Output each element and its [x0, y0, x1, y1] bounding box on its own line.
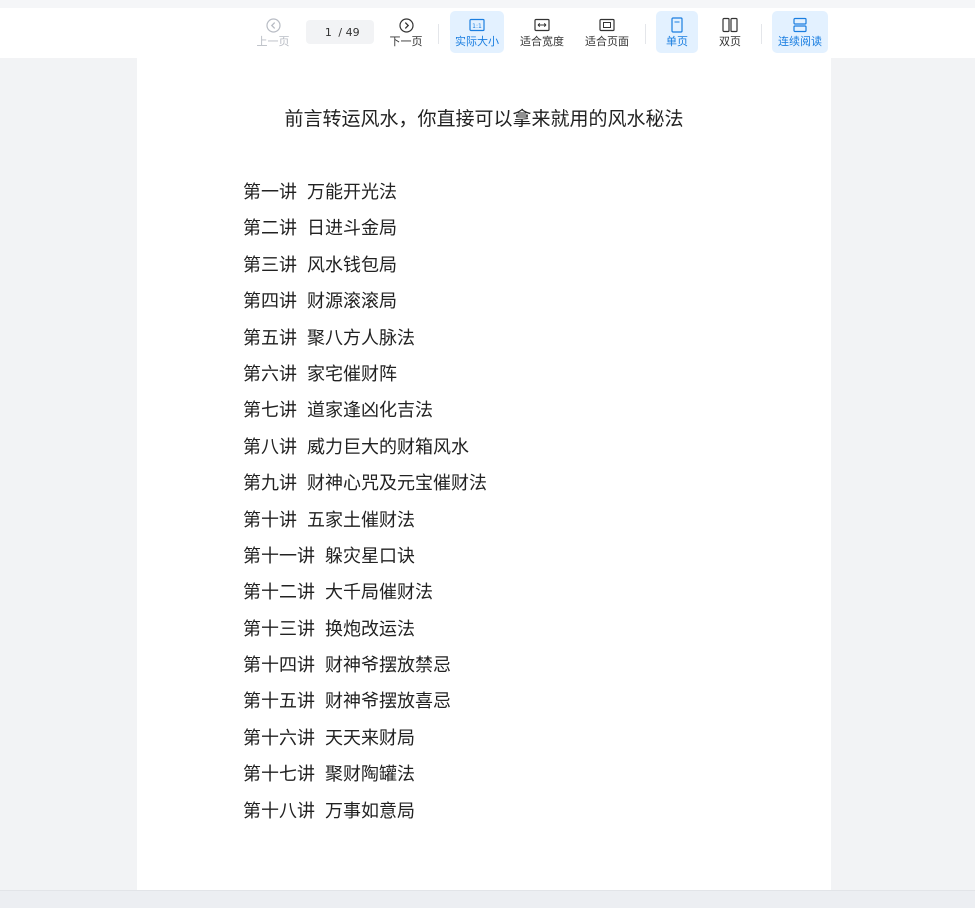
prev-page-label: 上一页	[256, 34, 290, 48]
toc-item: 第十七讲 聚财陶罐法	[243, 757, 487, 793]
fit-page-icon	[599, 17, 615, 34]
toc-item-title: 五家土催财法	[307, 509, 415, 531]
toc-item-title: 财源滚滚局	[307, 291, 397, 313]
double-page-button[interactable]: 双页	[709, 11, 751, 53]
toc-item-title: 威力巨大的财箱风水	[307, 436, 469, 458]
next-page-label: 下一页	[389, 34, 423, 48]
bottom-bar	[0, 890, 975, 908]
toc-item-title: 道家逢凶化吉法	[307, 400, 433, 422]
toc-item: 第十讲 五家土催财法	[243, 503, 487, 539]
toc-item-number: 第十四讲	[243, 655, 315, 677]
document-page: 前言转运风水，你直接可以拿来就用的风水秘法 第一讲 万能开光法 第二讲 日进斗金局 第三…	[137, 58, 831, 890]
toc-item-title: 天天来财局	[325, 727, 415, 749]
fit-width-icon	[534, 17, 550, 34]
toc-item: 第四讲 财源滚滚局	[243, 284, 487, 320]
toc-item-number: 第十七讲	[243, 764, 315, 786]
svg-text:1:1: 1:1	[472, 23, 482, 30]
toc-item: 第十八讲 万事如意局	[243, 794, 487, 830]
window-top-strip	[0, 0, 975, 8]
toc-item-number: 第六讲	[243, 363, 297, 385]
toc-item-number: 第九讲	[243, 473, 297, 495]
chevron-left-circle-icon	[265, 17, 281, 34]
toc-item: 第八讲 威力巨大的财箱风水	[243, 430, 487, 466]
toc-item-title: 日进斗金局	[307, 218, 397, 240]
toc-item-number: 第二讲	[243, 218, 297, 240]
toc-item-number: 第七讲	[243, 400, 297, 422]
toc-item: 第三讲 风水钱包局	[243, 248, 487, 284]
actual-size-button[interactable]: 1:1 实际大小	[450, 11, 504, 53]
toc-item: 第十一讲 躲灾星口诀	[243, 539, 487, 575]
double-page-label: 双页	[719, 34, 741, 48]
toc-item: 第一讲 万能开光法	[243, 175, 487, 211]
toc-item: 第十四讲 财神爷摆放禁忌	[243, 648, 487, 684]
toc-item-title: 万能开光法	[307, 182, 397, 203]
viewer-toolbar: 上一页 / 49 下一页 1:1 实际大小 适合宽度 适合页面 单页	[0, 8, 975, 58]
toc-item: 第二讲 日进斗金局	[243, 211, 487, 247]
toc-item-number: 第十一讲	[243, 545, 315, 567]
toc-item-number: 第十八讲	[243, 800, 315, 822]
single-page-label: 单页	[666, 34, 688, 48]
toc-item-title: 聚财陶罐法	[325, 764, 415, 786]
continuous-reading-label: 连续阅读	[778, 34, 822, 48]
toc-item-title: 大千局催财法	[325, 582, 433, 604]
toc-item: 第五讲 聚八方人脉法	[243, 321, 487, 357]
actual-size-icon: 1:1	[469, 17, 485, 34]
fit-width-label: 适合宽度	[520, 34, 564, 48]
toc-item-number: 第五讲	[243, 327, 297, 349]
toolbar-divider	[438, 24, 439, 44]
toc-item: 第十三讲 换炮改运法	[243, 612, 487, 648]
double-page-icon	[722, 17, 738, 34]
toc-item: 第十六讲 天天来财局	[243, 721, 487, 757]
toc-item-title: 风水钱包局	[307, 254, 397, 276]
continuous-reading-button[interactable]: 连续阅读	[772, 11, 828, 53]
toc-item-title: 财神爷摆放喜忌	[325, 691, 451, 713]
table-of-contents: 第一讲 万能开光法 第二讲 日进斗金局 第三讲 风水钱包局 第四讲 财源滚滚局 第五讲 聚八方人脉…	[243, 175, 487, 830]
toc-item-number: 第十五讲	[243, 691, 315, 713]
toc-item-title: 躲灾星口诀	[325, 545, 415, 567]
document-title: 前言转运风水，你直接可以拿来就用的风水秘法	[284, 108, 684, 130]
toc-item-number: 第十二讲	[243, 582, 315, 604]
toc-item-title: 财神爷摆放禁忌	[325, 655, 451, 677]
single-page-icon	[670, 17, 684, 34]
toc-item-title: 家宅催财阵	[307, 363, 397, 385]
toc-item: 第六讲 家宅催财阵	[243, 357, 487, 393]
next-page-button[interactable]: 下一页	[385, 11, 427, 53]
toc-item-number: 第一讲	[243, 182, 297, 203]
toc-item-number: 第四讲	[243, 291, 297, 313]
fit-width-button[interactable]: 适合宽度	[515, 11, 569, 53]
toc-item: 第九讲 财神心咒及元宝催财法	[243, 466, 487, 502]
toc-item: 第七讲 道家逢凶化吉法	[243, 393, 487, 429]
toolbar-divider	[645, 24, 646, 44]
single-page-button[interactable]: 单页	[656, 11, 698, 53]
toc-item: 第十二讲 大千局催财法	[243, 575, 487, 611]
total-pages-label: / 49	[338, 25, 360, 39]
toc-item-title: 换炮改运法	[325, 618, 415, 640]
toolbar-divider	[761, 24, 762, 44]
toc-item-number: 第十讲	[243, 509, 297, 531]
toc-item-title: 财神心咒及元宝催财法	[307, 473, 487, 495]
actual-size-label: 实际大小	[455, 34, 499, 48]
toc-item-number: 第十六讲	[243, 727, 315, 749]
toc-item-number: 第八讲	[243, 436, 297, 458]
page-number-input[interactable]	[320, 25, 337, 39]
toc-item-title: 万事如意局	[325, 800, 415, 822]
toc-item-number: 第十三讲	[243, 618, 315, 640]
fit-page-label: 适合页面	[585, 34, 629, 48]
continuous-scroll-icon	[792, 17, 808, 34]
toc-item-title: 聚八方人脉法	[307, 327, 415, 349]
toc-item-number: 第三讲	[243, 254, 297, 276]
fit-page-button[interactable]: 适合页面	[580, 11, 634, 53]
toc-item: 第十五讲 财神爷摆放喜忌	[243, 684, 487, 720]
page-indicator: / 49	[306, 20, 374, 44]
prev-page-button[interactable]: 上一页	[252, 11, 294, 53]
chevron-right-circle-icon	[398, 17, 414, 34]
